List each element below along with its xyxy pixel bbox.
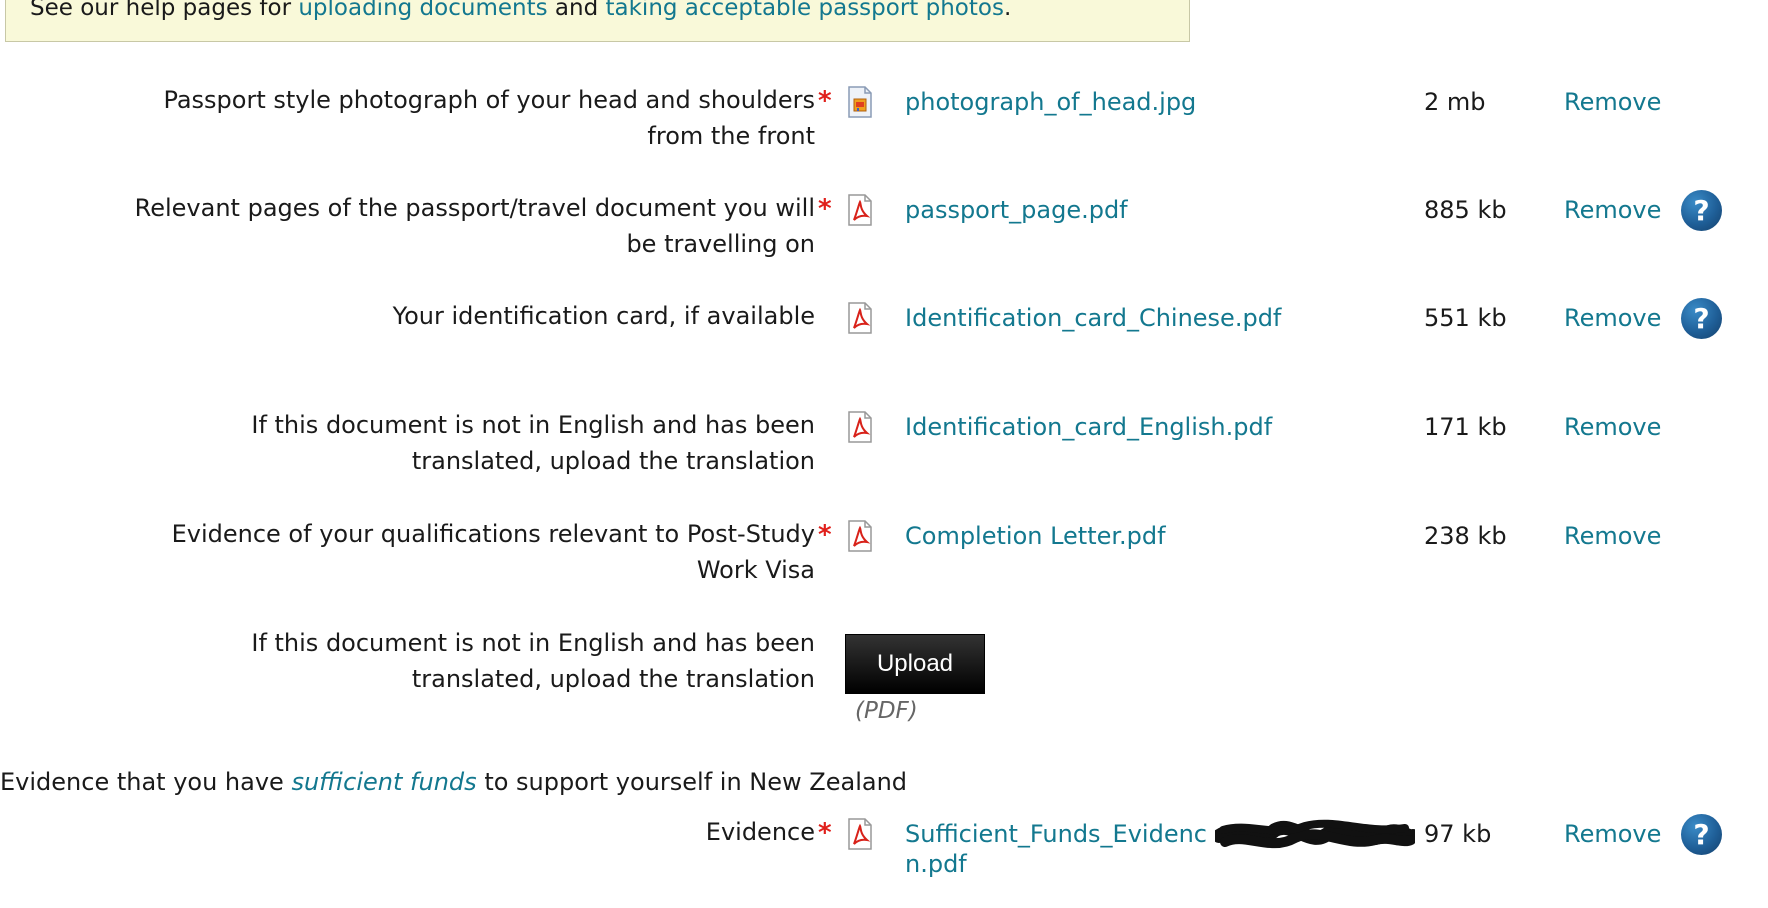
help-prefix: See our help pages for (30, 0, 292, 21)
file-name-line2: n.pdf (905, 850, 967, 878)
uploading-documents-link[interactable]: uploading documents (298, 0, 547, 21)
help-question-icon[interactable]: ? (1681, 190, 1722, 231)
file-size: 171 kb (1424, 413, 1507, 441)
document-label: Your identification card, if available (392, 302, 815, 330)
file-size: 885 kb (1424, 196, 1507, 224)
redaction-scribble (1215, 819, 1415, 849)
document-label: Evidence of your qualifications relevant… (171, 520, 815, 584)
remove-button[interactable]: Remove (1564, 521, 1661, 551)
image-file-icon (848, 86, 872, 118)
remove-button[interactable]: Remove (1564, 87, 1661, 117)
document-label: If this document is not in English and h… (251, 629, 815, 693)
file-name-link[interactable]: Identification_card_English.pdf (905, 412, 1272, 442)
file-size: 238 kb (1424, 522, 1507, 550)
funds-heading-prefix: Evidence that you have (0, 768, 284, 796)
file-name-link[interactable]: photograph_of_head.jpg (905, 87, 1196, 117)
document-label: Evidence (705, 818, 815, 846)
required-marker: * (818, 520, 832, 550)
funds-heading-suffix: to support yourself in New Zealand (484, 768, 908, 796)
file-size: 2 mb (1424, 88, 1486, 116)
pdf-file-icon (848, 411, 872, 443)
file-size: 551 kb (1424, 304, 1507, 332)
help-question-icon[interactable]: ? (1681, 814, 1722, 855)
upload-button[interactable]: Upload (845, 634, 985, 694)
file-name-link[interactable]: passport_page.pdf (905, 195, 1128, 225)
help-question-icon[interactable]: ? (1681, 298, 1722, 339)
pdf-file-icon (848, 520, 872, 552)
required-marker: * (818, 194, 832, 224)
document-label: Relevant pages of the passport/travel do… (134, 194, 815, 258)
required-marker: * (818, 818, 832, 848)
remove-button[interactable]: Remove (1564, 195, 1661, 225)
upload-format-hint: (PDF) (855, 698, 918, 724)
help-info-box: See our help pages for uploading documen… (5, 0, 1190, 42)
help-info-text: See our help pages for uploading documen… (30, 0, 1011, 21)
required-marker: * (818, 86, 832, 116)
remove-button[interactable]: Remove (1564, 819, 1661, 849)
file-name-link[interactable]: Identification_card_Chinese.pdf (905, 303, 1281, 333)
funds-section-heading: Evidence that you have sufficient funds … (0, 768, 907, 796)
passport-photos-link[interactable]: taking acceptable passport photos (606, 0, 1004, 21)
pdf-file-icon (848, 194, 872, 226)
remove-button[interactable]: Remove (1564, 303, 1661, 333)
help-middle: and (554, 0, 599, 21)
document-label: If this document is not in English and h… (251, 411, 815, 475)
document-label: Passport style photograph of your head a… (163, 86, 815, 150)
remove-button[interactable]: Remove (1564, 412, 1661, 442)
pdf-file-icon (848, 818, 872, 850)
help-suffix: . (1003, 0, 1012, 21)
pdf-file-icon (848, 302, 872, 334)
file-size: 97 kb (1424, 820, 1492, 848)
sufficient-funds-link[interactable]: sufficient funds (291, 768, 476, 796)
file-name-link[interactable]: Completion Letter.pdf (905, 521, 1166, 551)
file-name-link[interactable]: Sufficient_Funds_Evidenc n.pdf (905, 819, 1207, 879)
file-name-line1: Sufficient_Funds_Evidenc (905, 820, 1207, 848)
